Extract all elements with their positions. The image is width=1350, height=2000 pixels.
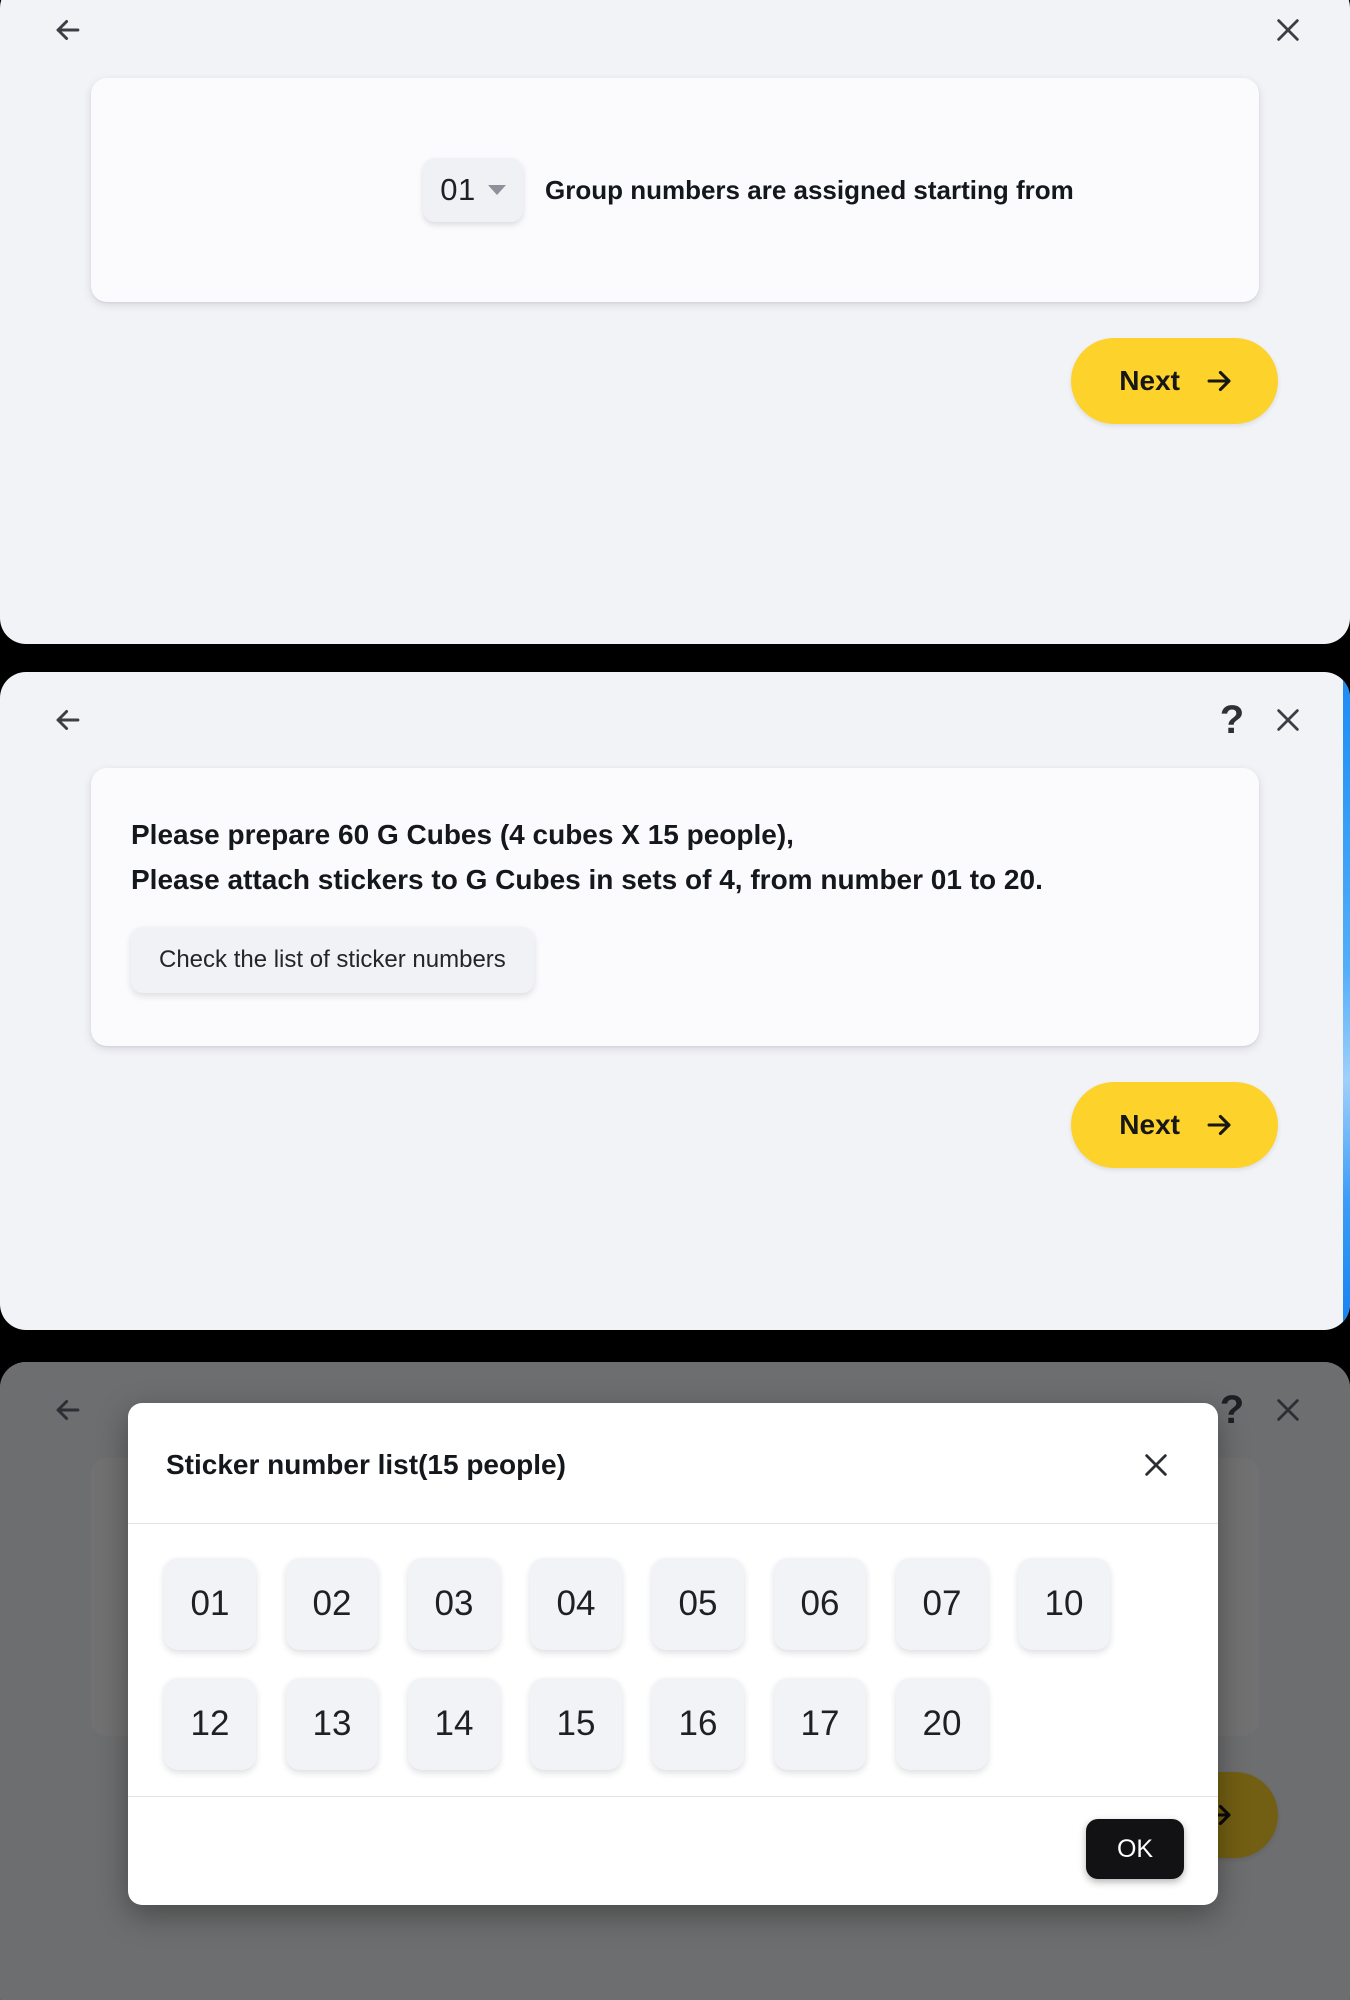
sticker-number-chip[interactable]: 16: [652, 1678, 744, 1770]
instruction-line-1: Please prepare 60 G Cubes (4 cubes X 15 …: [131, 819, 794, 850]
dialog-close-icon[interactable]: [1128, 1437, 1184, 1493]
sticker-number-grid: 01 02 03 04 05 06 07 10 12 13 14 15 16 17 20: [164, 1558, 1186, 1770]
sticker-number-chip[interactable]: 01: [164, 1558, 256, 1650]
panel-group-number-setup: 01 Group numbers are assigned starting f…: [0, 0, 1350, 644]
panel-cube-instructions: ? Please prepare 60 G Cubes (4 cubes X 1…: [0, 672, 1350, 1330]
instruction-line-2: Please attach stickers to G Cubes in set…: [131, 864, 1043, 896]
dialog-footer: OK: [128, 1796, 1218, 1905]
sticker-number-chip[interactable]: 15: [530, 1678, 622, 1770]
instructions-card: Please prepare 60 G Cubes (4 cubes X 15 …: [91, 768, 1259, 1046]
panel1-next-row: Next: [0, 302, 1350, 424]
right-edge-accent-strip: [1343, 672, 1350, 1330]
sticker-number-chip[interactable]: 05: [652, 1558, 744, 1650]
arrow-right-icon: [1202, 364, 1236, 398]
sticker-number-list-dialog: Sticker number list(15 people) 01 02 03 04 0…: [128, 1403, 1218, 1905]
group-start-number-value: 01: [440, 172, 476, 207]
check-sticker-list-button[interactable]: Check the list of sticker numbers: [131, 926, 534, 993]
sticker-number-chip[interactable]: 17: [774, 1678, 866, 1770]
panel2-topbar: ?: [0, 672, 1350, 768]
group-number-card: 01 Group numbers are assigned starting f…: [91, 78, 1259, 302]
close-icon[interactable]: [1260, 1382, 1316, 1438]
group-number-row: 01 Group numbers are assigned starting f…: [91, 158, 1074, 222]
sticker-number-chip[interactable]: 20: [896, 1678, 988, 1770]
help-icon-glyph: ?: [1219, 698, 1245, 742]
arrow-right-icon: [1202, 1108, 1236, 1142]
next-button-label: Next: [1119, 1109, 1180, 1140]
screenshot-stack: 01 Group numbers are assigned starting f…: [0, 0, 1350, 2000]
sticker-number-chip[interactable]: 02: [286, 1558, 378, 1650]
next-button[interactable]: Next: [1071, 338, 1278, 424]
back-arrow-icon[interactable]: [40, 1382, 96, 1438]
help-icon-glyph: ?: [1219, 1388, 1245, 1432]
panel2-next-row: Next: [0, 1046, 1350, 1168]
sticker-number-chip[interactable]: 03: [408, 1558, 500, 1650]
sticker-number-chip[interactable]: 10: [1018, 1558, 1110, 1650]
chevron-down-icon: [487, 185, 506, 195]
sticker-number-chip[interactable]: 12: [164, 1678, 256, 1770]
close-icon[interactable]: [1260, 2, 1316, 58]
group-start-number-select[interactable]: 01: [423, 158, 523, 222]
back-arrow-icon[interactable]: [40, 692, 96, 748]
sticker-number-chip[interactable]: 13: [286, 1678, 378, 1770]
panel1-topbar: [0, 0, 1350, 78]
close-icon[interactable]: [1260, 692, 1316, 748]
help-icon[interactable]: ?: [1204, 692, 1260, 748]
dialog-body: 01 02 03 04 05 06 07 10 12 13 14 15 16 17 20: [128, 1524, 1218, 1796]
next-button-label: Next: [1119, 365, 1180, 396]
ok-button[interactable]: OK: [1086, 1819, 1184, 1879]
next-button[interactable]: Next: [1071, 1082, 1278, 1168]
dialog-title: Sticker number list(15 people): [166, 1449, 566, 1480]
sticker-number-chip[interactable]: 14: [408, 1678, 500, 1770]
sticker-number-chip[interactable]: 04: [530, 1558, 622, 1650]
group-number-statement: Group numbers are assigned starting from: [545, 174, 1074, 205]
sticker-number-chip[interactable]: 06: [774, 1558, 866, 1650]
dialog-header: Sticker number list(15 people): [128, 1403, 1218, 1524]
sticker-number-chip[interactable]: 07: [896, 1558, 988, 1650]
back-arrow-icon[interactable]: [40, 2, 96, 58]
